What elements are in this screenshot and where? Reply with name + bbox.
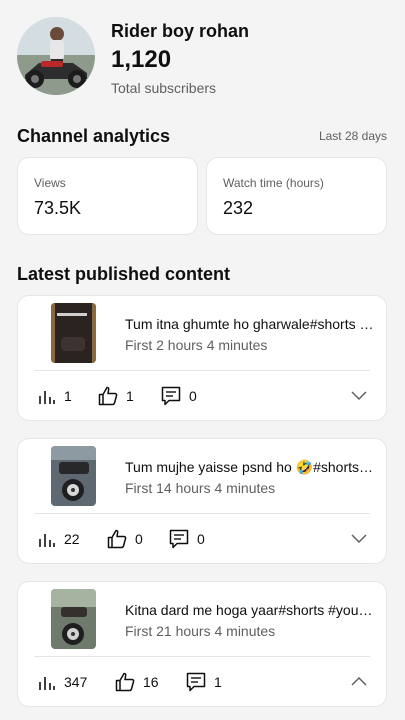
video-age: First 2 hours 4 minutes — [125, 337, 268, 353]
video-card[interactable]: Kitna dard me hoga yaar#shorts #youtubes… — [17, 581, 387, 707]
views-count: 1 — [64, 388, 72, 404]
video-title[interactable]: Kitna dard me hoga yaar#shorts #youtubes… — [125, 602, 375, 618]
comments-count: 0 — [197, 531, 205, 547]
comments-count: 1 — [214, 674, 222, 690]
bar-chart-icon — [39, 391, 55, 404]
subscriber-count: 1,120 — [111, 46, 172, 73]
comments-metric: 0 — [161, 384, 197, 408]
comment-icon — [186, 672, 206, 692]
video-age: First 14 hours 4 minutes — [125, 480, 276, 496]
comment-icon — [161, 386, 181, 406]
channel-avatar[interactable] — [17, 17, 95, 95]
card-divider — [34, 370, 370, 371]
subscriber-label: Total subscribers — [111, 80, 217, 96]
views-count: 347 — [64, 674, 88, 690]
video-card[interactable]: Tum mujhe yaisse psnd ho 🤣#shorts #youtu… — [17, 438, 387, 564]
likes-metric: 0 — [107, 527, 143, 551]
likes-count: 0 — [135, 531, 143, 547]
likes-count: 16 — [143, 674, 159, 690]
card-divider — [34, 513, 370, 514]
likes-metric: 1 — [98, 384, 134, 408]
chevron-down-icon[interactable] — [350, 388, 368, 402]
views-metric: 22 — [38, 527, 80, 551]
comments-count: 0 — [189, 388, 197, 404]
chevron-up-icon[interactable] — [350, 674, 368, 688]
channel-header: Rider boy rohan 1,120 Total subscribers — [0, 0, 405, 110]
bar-chart-icon — [39, 534, 55, 547]
views-count: 22 — [64, 531, 80, 547]
comments-metric: 1 — [186, 670, 222, 694]
views-metric: 347 — [38, 670, 87, 694]
video-title[interactable]: Tum itna ghumte ho gharwale#shorts #yout… — [125, 316, 375, 332]
video-card[interactable]: Tum itna ghumte ho gharwale#shorts #yout… — [17, 295, 387, 421]
card-divider — [34, 656, 370, 657]
chevron-down-icon[interactable] — [350, 531, 368, 545]
analytics-title: Channel analytics — [17, 126, 171, 146]
views-metric: 1 — [38, 384, 72, 408]
thumbs-up-icon — [98, 386, 118, 406]
watch-time-label: Watch time (hours) — [223, 176, 324, 190]
views-label: Views — [34, 176, 66, 190]
comment-icon — [169, 529, 189, 549]
video-thumbnail[interactable] — [51, 589, 96, 649]
likes-count: 1 — [126, 388, 134, 404]
video-thumbnail[interactable] — [51, 303, 96, 363]
thumbs-up-icon — [107, 529, 127, 549]
views-card[interactable]: Views 73.5K — [17, 157, 198, 235]
bar-chart-icon — [39, 677, 55, 690]
video-title[interactable]: Tum mujhe yaisse psnd ho 🤣#shorts #youtu… — [125, 459, 375, 476]
video-age: First 21 hours 4 minutes — [125, 623, 276, 639]
comments-metric: 0 — [169, 527, 205, 551]
analytics-period: Last 28 days — [318, 129, 387, 143]
watch-time-card[interactable]: Watch time (hours) 232 — [206, 157, 387, 235]
likes-metric: 16 — [115, 670, 159, 694]
thumbs-up-icon — [115, 672, 135, 692]
channel-name: Rider boy rohan — [111, 21, 250, 41]
latest-content-title: Latest published content — [17, 264, 231, 284]
watch-time-value: 232 — [223, 198, 254, 218]
views-value: 73.5K — [34, 198, 82, 218]
video-thumbnail[interactable] — [51, 446, 96, 506]
